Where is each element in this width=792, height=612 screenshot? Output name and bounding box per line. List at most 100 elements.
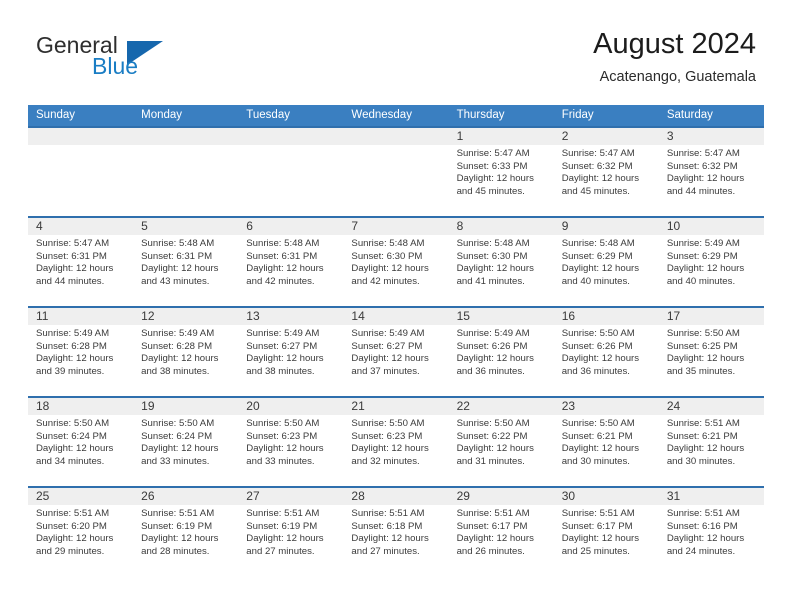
calendar-day-cell[interactable]: 27 Sunrise: 5:51 AM Sunset: 6:19 PM Dayligh… bbox=[238, 488, 344, 578]
page-title: August 2024 bbox=[593, 28, 756, 60]
calendar-day-cell[interactable]: 25 Sunrise: 5:51 AM Sunset: 6:20 PM Dayligh… bbox=[28, 488, 134, 578]
day-details: Sunrise: 5:49 AM Sunset: 6:27 PM Daylight:… bbox=[238, 325, 343, 378]
day-number: 28 bbox=[343, 488, 449, 505]
sunrise-time: Sunrise: 5:51 AM bbox=[141, 508, 215, 519]
sunrise-time: Sunrise: 5:51 AM bbox=[456, 508, 530, 519]
calendar-day-cell[interactable]: 2 Sunrise: 5:47 AM Sunset: 6:32 PM Daylight… bbox=[553, 128, 659, 216]
weekday-header-thursday: Thursday bbox=[456, 109, 505, 121]
daylight-duration-line1: Daylight: 12 hours bbox=[561, 173, 640, 185]
calendar-day-cell[interactable]: 31 Sunrise: 5:51 AM Sunset: 6:16 PM Dayligh… bbox=[658, 488, 764, 578]
calendar-day-cell[interactable]: 17 Sunrise: 5:50 AM Sunset: 6:25 PM Dayligh… bbox=[658, 308, 764, 396]
day-number: 17 bbox=[658, 308, 764, 325]
calendar-day-cell[interactable]: 14 Sunrise: 5:49 AM Sunset: 6:27 PM Dayligh… bbox=[343, 308, 449, 396]
sunset-time: Sunset: 6:27 PM bbox=[246, 340, 318, 352]
calendar-day-cell[interactable]: 10 Sunrise: 5:49 AM Sunset: 6:29 PM Dayligh… bbox=[658, 218, 764, 306]
day-details: Sunrise: 5:50 AM Sunset: 6:26 PM Daylight:… bbox=[554, 325, 659, 378]
general-blue-logo[interactable]: General Blue bbox=[36, 32, 246, 84]
day-number: 24 bbox=[658, 398, 764, 415]
daylight-duration-line1: Daylight: 12 hours bbox=[351, 443, 429, 455]
sunset-time: Sunset: 6:26 PM bbox=[456, 340, 528, 352]
day-number: 29 bbox=[448, 488, 554, 505]
calendar-day-cell[interactable]: 20 Sunrise: 5:50 AM Sunset: 6:23 PM Dayligh… bbox=[238, 398, 344, 486]
day-details: Sunrise: 5:51 AM Sunset: 6:18 PM Daylight:… bbox=[343, 505, 448, 558]
sunset-time: Sunset: 6:18 PM bbox=[351, 520, 423, 532]
calendar-week-row: 25 Sunrise: 5:51 AM Sunset: 6:20 PM Dayligh… bbox=[28, 486, 764, 578]
calendar-day-cell[interactable]: 9 Sunrise: 5:48 AM Sunset: 6:29 PM Daylight… bbox=[553, 218, 659, 306]
sunset-time: Sunset: 6:31 PM bbox=[36, 250, 107, 262]
sunset-time: Sunset: 6:24 PM bbox=[141, 430, 213, 442]
day-details: Sunrise: 5:48 AM Sunset: 6:30 PM Daylight:… bbox=[343, 235, 448, 288]
sunrise-time: Sunrise: 5:49 AM bbox=[351, 328, 425, 339]
calendar-day-cell[interactable]: 16 Sunrise: 5:50 AM Sunset: 6:26 PM Dayligh… bbox=[553, 308, 659, 396]
day-number bbox=[343, 128, 449, 145]
day-details: Sunrise: 5:51 AM Sunset: 6:19 PM Daylight:… bbox=[133, 505, 238, 558]
sunset-time: Sunset: 6:16 PM bbox=[666, 520, 738, 532]
day-number: 26 bbox=[133, 488, 239, 505]
daylight-duration-line1: Daylight: 12 hours bbox=[351, 263, 429, 275]
calendar-day-cell[interactable]: 4 Sunrise: 5:47 AM Sunset: 6:31 PM Daylight… bbox=[28, 218, 134, 306]
daylight-duration-line2: and 45 minutes. bbox=[456, 185, 525, 197]
day-number: 1 bbox=[448, 128, 554, 145]
sunrise-time: Sunrise: 5:47 AM bbox=[561, 148, 635, 159]
title-block: August 2024 Acatenango, Guatemala bbox=[593, 27, 756, 86]
sunrise-time: Sunrise: 5:48 AM bbox=[246, 238, 320, 249]
calendar-day-cell[interactable]: 28 Sunrise: 5:51 AM Sunset: 6:18 PM Dayligh… bbox=[343, 488, 449, 578]
calendar-day-cell[interactable]: 21 Sunrise: 5:50 AM Sunset: 6:23 PM Dayligh… bbox=[343, 398, 449, 486]
daylight-duration-line2: and 28 minutes. bbox=[141, 545, 210, 557]
calendar-day-cell[interactable]: 29 Sunrise: 5:51 AM Sunset: 6:17 PM Dayligh… bbox=[448, 488, 554, 578]
daylight-duration-line2: and 40 minutes. bbox=[666, 275, 736, 287]
calendar-day-cell[interactable]: 23 Sunrise: 5:50 AM Sunset: 6:21 PM Dayligh… bbox=[553, 398, 659, 486]
sunrise-time: Sunrise: 5:51 AM bbox=[666, 418, 740, 429]
calendar-day-cell[interactable]: 12 Sunrise: 5:49 AM Sunset: 6:28 PM Dayligh… bbox=[133, 308, 239, 396]
calendar-day-cell[interactable]: 24 Sunrise: 5:51 AM Sunset: 6:21 PM Dayligh… bbox=[658, 398, 764, 486]
sunset-time: Sunset: 6:21 PM bbox=[666, 430, 738, 442]
day-number: 30 bbox=[553, 488, 659, 505]
calendar-day-cell[interactable]: 19 Sunrise: 5:50 AM Sunset: 6:24 PM Dayligh… bbox=[133, 398, 239, 486]
calendar-day-cell[interactable]: 5 Sunrise: 5:48 AM Sunset: 6:31 PM Daylight… bbox=[133, 218, 239, 306]
calendar-day-cell[interactable]: 6 Sunrise: 5:48 AM Sunset: 6:31 PM Daylight… bbox=[238, 218, 344, 306]
daylight-duration-line2: and 44 minutes. bbox=[666, 185, 736, 197]
calendar-day-cell[interactable]: 22 Sunrise: 5:50 AM Sunset: 6:22 PM Dayligh… bbox=[448, 398, 554, 486]
daylight-duration-line2: and 33 minutes. bbox=[141, 455, 210, 467]
day-details: Sunrise: 5:50 AM Sunset: 6:23 PM Daylight:… bbox=[343, 415, 448, 468]
day-details: Sunrise: 5:50 AM Sunset: 6:21 PM Daylight:… bbox=[554, 415, 659, 468]
calendar-week-row: 1 Sunrise: 5:47 AM Sunset: 6:33 PM Daylight… bbox=[28, 126, 764, 216]
daylight-duration-line2: and 30 minutes. bbox=[666, 455, 736, 467]
sunset-time: Sunset: 6:20 PM bbox=[36, 520, 107, 532]
daylight-duration-line2: and 26 minutes. bbox=[456, 545, 525, 557]
calendar-week-row: 4 Sunrise: 5:47 AM Sunset: 6:31 PM Daylight… bbox=[28, 216, 764, 306]
sunrise-time: Sunrise: 5:51 AM bbox=[561, 508, 635, 519]
weekday-header-saturday: Saturday bbox=[666, 109, 713, 121]
sunrise-time: Sunrise: 5:49 AM bbox=[246, 328, 320, 339]
calendar-day-cell[interactable]: 30 Sunrise: 5:51 AM Sunset: 6:17 PM Dayligh… bbox=[553, 488, 659, 578]
daylight-duration-line2: and 41 minutes. bbox=[456, 275, 525, 287]
calendar-day-cell[interactable]: 1 Sunrise: 5:47 AM Sunset: 6:33 PM Daylight… bbox=[448, 128, 554, 216]
calendar-day-cell[interactable]: 11 Sunrise: 5:49 AM Sunset: 6:28 PM Dayligh… bbox=[28, 308, 134, 396]
day-number: 15 bbox=[448, 308, 554, 325]
sunset-time: Sunset: 6:23 PM bbox=[246, 430, 318, 442]
daylight-duration-line1: Daylight: 12 hours bbox=[561, 353, 640, 365]
sunset-time: Sunset: 6:28 PM bbox=[36, 340, 107, 352]
calendar-day-cell[interactable]: 8 Sunrise: 5:48 AM Sunset: 6:30 PM Daylight… bbox=[448, 218, 554, 306]
calendar-day-cell[interactable]: 18 Sunrise: 5:50 AM Sunset: 6:24 PM Dayligh… bbox=[28, 398, 134, 486]
calendar-day-cell[interactable]: 26 Sunrise: 5:51 AM Sunset: 6:19 PM Dayligh… bbox=[133, 488, 239, 578]
daylight-duration-line1: Daylight: 12 hours bbox=[456, 533, 534, 545]
sunrise-time: Sunrise: 5:50 AM bbox=[36, 418, 110, 429]
daylight-duration-line1: Daylight: 12 hours bbox=[351, 533, 429, 545]
sunset-time: Sunset: 6:27 PM bbox=[351, 340, 423, 352]
calendar-day-cell[interactable]: 7 Sunrise: 5:48 AM Sunset: 6:30 PM Daylight… bbox=[343, 218, 449, 306]
daylight-duration-line1: Daylight: 12 hours bbox=[141, 533, 219, 545]
sunrise-time: Sunrise: 5:51 AM bbox=[246, 508, 320, 519]
calendar-day-cell[interactable]: 3 Sunrise: 5:47 AM Sunset: 6:32 PM Daylight… bbox=[658, 128, 764, 216]
daylight-duration-line1: Daylight: 12 hours bbox=[351, 353, 429, 365]
sunset-time: Sunset: 6:30 PM bbox=[456, 250, 528, 262]
calendar-day-cell[interactable]: 13 Sunrise: 5:49 AM Sunset: 6:27 PM Dayligh… bbox=[238, 308, 344, 396]
sunrise-time: Sunrise: 5:51 AM bbox=[351, 508, 425, 519]
daylight-duration-line2: and 25 minutes. bbox=[561, 545, 630, 557]
calendar-day-cell[interactable]: 15 Sunrise: 5:49 AM Sunset: 6:26 PM Dayligh… bbox=[448, 308, 554, 396]
calendar-cell-empty bbox=[28, 128, 134, 216]
sunrise-time: Sunrise: 5:50 AM bbox=[561, 328, 635, 339]
day-details: Sunrise: 5:47 AM Sunset: 6:32 PM Daylight:… bbox=[659, 145, 764, 198]
day-details: Sunrise: 5:51 AM Sunset: 6:16 PM Daylight:… bbox=[659, 505, 764, 558]
day-details: Sunrise: 5:47 AM Sunset: 6:31 PM Daylight:… bbox=[28, 235, 133, 288]
